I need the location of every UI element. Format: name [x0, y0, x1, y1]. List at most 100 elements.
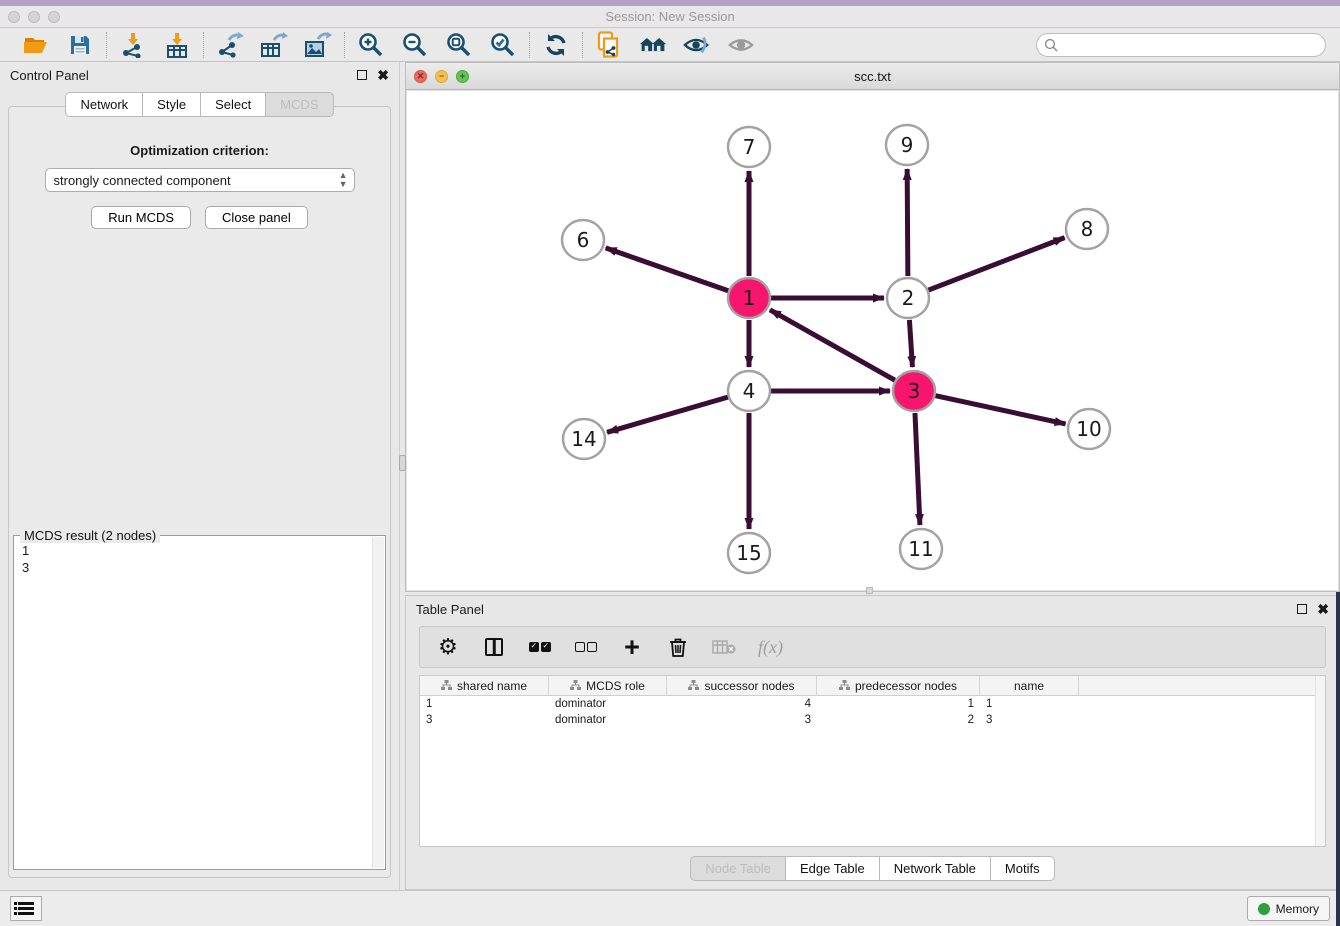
- graph-edge-2-3[interactable]: [909, 320, 912, 367]
- column-header-label: shared name: [457, 679, 527, 693]
- main-toolbar: [0, 28, 1340, 62]
- graph-edge-3-11[interactable]: [915, 413, 920, 525]
- table-cell[interactable]: 1: [420, 698, 549, 710]
- graph-node-label-2: 2: [902, 286, 915, 310]
- clone-network-icon[interactable]: [595, 31, 623, 59]
- network-canvas[interactable]: 7968124314101511: [407, 91, 1338, 590]
- graph-node-label-3: 3: [908, 379, 921, 403]
- open-session-icon[interactable]: [22, 31, 50, 59]
- column-header-name[interactable]: name: [980, 676, 1079, 695]
- float-panel-icon[interactable]: [357, 70, 367, 80]
- tab-style[interactable]: Style: [142, 92, 200, 117]
- network-window-titlebar: ✕ − + scc.txt: [406, 63, 1339, 90]
- tab-network-table[interactable]: Network Table: [879, 856, 990, 881]
- graph-edge-2-8[interactable]: [929, 238, 1065, 290]
- panel-divider-handle[interactable]: [399, 455, 406, 471]
- table-cell[interactable]: dominator: [549, 698, 667, 710]
- delete-column-icon[interactable]: [666, 633, 690, 661]
- graph-edge-3-10[interactable]: [935, 396, 1065, 424]
- graph-node-label-6: 6: [577, 228, 590, 252]
- cyndex-home-icon[interactable]: [639, 31, 667, 59]
- tab-select[interactable]: Select: [200, 92, 265, 117]
- task-history-button[interactable]: [10, 896, 42, 921]
- column-header-successor-nodes[interactable]: successor nodes: [667, 676, 817, 695]
- graph-edge-3-1[interactable]: [770, 310, 895, 380]
- graph-node-label-11: 11: [908, 537, 933, 561]
- search-input[interactable]: [1036, 33, 1326, 57]
- graph-edge-4-14[interactable]: [607, 397, 728, 432]
- add-column-icon[interactable]: +: [620, 633, 644, 661]
- table-tabs: Node Table Edge Table Network Table Moti…: [406, 856, 1339, 881]
- delete-table-icon: [712, 633, 736, 661]
- split-columns-icon[interactable]: [482, 633, 506, 661]
- import-network-icon[interactable]: [119, 31, 147, 59]
- app-titlebar: Session: New Session: [0, 6, 1340, 28]
- table-cell[interactable]: 1: [817, 698, 980, 710]
- settings-gear-icon[interactable]: ⚙: [436, 633, 460, 661]
- tab-motifs[interactable]: Motifs: [990, 856, 1055, 881]
- zoom-out-icon[interactable]: [401, 31, 429, 59]
- mcds-result-title: MCDS result (2 nodes): [20, 528, 160, 543]
- select-stepper-icon: ▲▼: [339, 171, 348, 189]
- zoom-fit-icon[interactable]: [445, 31, 473, 59]
- column-header-predecessor-nodes[interactable]: predecessor nodes: [817, 676, 980, 695]
- control-panel-title: Control Panel: [10, 68, 89, 83]
- hide-selected-icon[interactable]: [683, 31, 711, 59]
- run-mcds-button[interactable]: Run MCDS: [91, 206, 191, 229]
- close-panel-icon[interactable]: ✖: [377, 70, 389, 80]
- node-table: shared name MCDS rolesuccessor nodesprede…: [419, 675, 1326, 847]
- table-cell[interactable]: 2: [817, 714, 980, 726]
- network-graph: 7968124314101511: [407, 91, 1340, 592]
- table-scrollbar[interactable]: [1315, 676, 1325, 846]
- table-cell[interactable]: 3: [420, 714, 549, 726]
- column-header-shared-name[interactable]: shared name: [420, 676, 549, 695]
- graph-node-label-4: 4: [743, 379, 756, 403]
- table-cell[interactable]: 4: [667, 698, 817, 710]
- tab-edge-table[interactable]: Edge Table: [785, 856, 879, 881]
- export-image-icon[interactable]: [304, 31, 332, 59]
- graph-node-label-7: 7: [743, 135, 756, 159]
- status-bar: Memory: [0, 890, 1340, 926]
- save-session-icon[interactable]: [66, 31, 94, 59]
- export-network-icon[interactable]: [216, 31, 244, 59]
- optimization-criterion-select[interactable]: strongly connected component ▲▼: [45, 168, 355, 192]
- toolbar-search: [1036, 33, 1326, 57]
- table-toolbar: ⚙ + f(x): [419, 626, 1326, 668]
- mcds-result-scrollbar[interactable]: [372, 537, 384, 868]
- zoom-in-icon[interactable]: [357, 31, 385, 59]
- memory-status-icon: [1258, 903, 1270, 915]
- table-row[interactable]: 1dominator411: [420, 696, 1325, 712]
- control-panel: Control Panel ✖ Network Style Select MCD…: [0, 62, 400, 890]
- refresh-view-icon[interactable]: [542, 31, 570, 59]
- table-cell[interactable]: 3: [980, 714, 1079, 726]
- canvas-resize-handle[interactable]: [866, 587, 873, 594]
- memory-button[interactable]: Memory: [1247, 896, 1330, 921]
- mcds-result-box: MCDS result (2 nodes) 1 3: [13, 535, 386, 870]
- table-cell[interactable]: dominator: [549, 714, 667, 726]
- graph-node-label-9: 9: [901, 133, 914, 157]
- close-panel-button[interactable]: Close panel: [205, 206, 308, 229]
- table-row[interactable]: 3dominator323: [420, 712, 1325, 728]
- tab-node-table[interactable]: Node Table: [690, 856, 785, 881]
- close-table-panel-icon[interactable]: ✖: [1317, 604, 1329, 614]
- table-cell[interactable]: 3: [667, 714, 817, 726]
- column-header-label: name: [1014, 679, 1044, 693]
- select-all-checkboxes-icon[interactable]: [528, 633, 552, 661]
- export-table-icon[interactable]: [260, 31, 288, 59]
- tab-mcds[interactable]: MCDS: [265, 92, 333, 117]
- show-all-icon: [727, 31, 755, 59]
- graph-edge-1-6[interactable]: [606, 248, 729, 291]
- table-cell[interactable]: 1: [980, 698, 1079, 710]
- column-header-MCDS-role[interactable]: MCDS role: [549, 676, 667, 695]
- tab-network[interactable]: Network: [65, 92, 142, 117]
- table-panel-title: Table Panel: [416, 602, 484, 617]
- import-table-icon[interactable]: [163, 31, 191, 59]
- deselect-all-checkboxes-icon[interactable]: [574, 633, 598, 661]
- zoom-selected-icon[interactable]: [489, 31, 517, 59]
- control-panel-header: Control Panel ✖: [0, 62, 399, 88]
- memory-label: Memory: [1276, 902, 1319, 916]
- table-header-row: shared name MCDS rolesuccessor nodesprede…: [420, 676, 1325, 696]
- graph-edge-2-9[interactable]: [907, 169, 908, 276]
- desktop-background-edge: [1336, 592, 1340, 926]
- float-table-panel-icon[interactable]: [1297, 604, 1307, 614]
